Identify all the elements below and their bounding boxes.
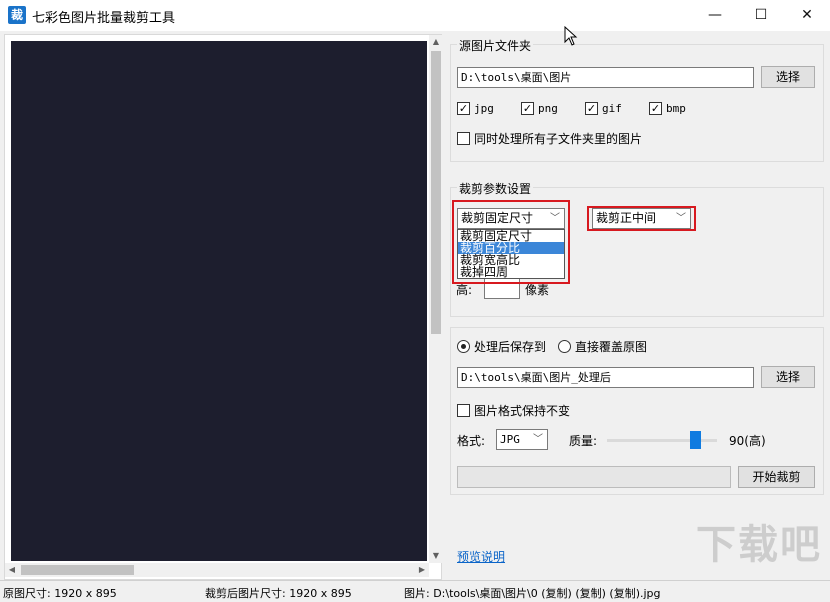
source-group-title: 源图片文件夹 — [457, 37, 534, 54]
title-bar: 裁 七彩色图片批量裁剪工具 — ☐ ✕ — [0, 0, 830, 31]
preview-help-link[interactable]: 预览说明 — [457, 548, 505, 565]
keep-format-checkbox[interactable]: 图片格式保持不变 — [457, 402, 570, 419]
keep-format-box — [457, 404, 470, 417]
start-crop-button[interactable]: 开始裁剪 — [738, 466, 815, 488]
format-png-checkbox[interactable]: ✓ png — [521, 102, 558, 115]
cropped-size-status: 裁剪后图片尺寸: 1920 x 895 — [205, 587, 352, 600]
window-title: 七彩色图片批量裁剪工具 — [32, 11, 176, 26]
watermark-logo: 下载吧 — [696, 522, 822, 568]
quality-slider-thumb[interactable] — [690, 431, 701, 449]
chevron-down-icon: ﹀ — [676, 213, 686, 224]
original-size-status: 原图尺寸: 1920 x 895 — [3, 587, 117, 600]
horizontal-scrollbar[interactable]: ◀ ▶ — [5, 563, 429, 577]
chevron-down-icon: ﹀ — [550, 213, 560, 224]
vertical-scroll-thumb[interactable] — [431, 51, 441, 334]
radio-selected-icon — [457, 340, 470, 353]
crop-mode-dropdown: 裁剪固定尺寸 裁剪百分比 裁剪宽高比 裁掉四周 — [457, 229, 565, 279]
horizontal-scroll-thumb[interactable] — [21, 565, 134, 575]
status-bar: 原图尺寸: 1920 x 895 裁剪后图片尺寸: 1920 x 895 图片:… — [0, 580, 830, 602]
subfolders-checkbox[interactable]: 同时处理所有子文件夹里的图片 — [457, 130, 642, 147]
quality-value: 90(高) — [729, 434, 766, 448]
scroll-right-icon[interactable]: ▶ — [415, 563, 429, 577]
format-jpg-checkbox[interactable]: ✓ jpg — [457, 102, 494, 115]
file-path-status: 图片: D:\tools\桌面\图片\0 (复制) (复制) (复制).jpg — [404, 587, 661, 600]
app-icon: 裁 — [8, 6, 26, 24]
crop-mode-option[interactable]: 裁掉四周 — [458, 266, 564, 278]
bmp-check-icon: ✓ — [649, 102, 662, 115]
gif-check-icon: ✓ — [585, 102, 598, 115]
format-label: 格式: — [457, 434, 486, 448]
progress-bar — [457, 466, 731, 488]
output-path-input[interactable]: D:\tools\桌面\图片_处理后 — [457, 367, 754, 388]
subfolders-box — [457, 132, 470, 145]
quality-label: 质量: — [569, 434, 598, 448]
format-bmp-checkbox[interactable]: ✓ bmp — [649, 102, 686, 115]
png-check-icon: ✓ — [521, 102, 534, 115]
source-path-input[interactable]: D:\tools\桌面\图片 — [457, 67, 754, 88]
maximize-button[interactable]: ☐ — [738, 0, 784, 31]
crop-position-select[interactable]: 裁剪正中间 ﹀ — [592, 208, 691, 229]
crop-group-title: 裁剪参数设置 — [457, 180, 534, 197]
output-group: 处理后保存到 直接覆盖原图 D:\tools\桌面\图片_处理后 选择 图片格式… — [450, 327, 824, 495]
scroll-up-icon[interactable]: ▲ — [429, 35, 443, 49]
source-folder-group: 源图片文件夹 D:\tools\桌面\图片 选择 ✓ jpg ✓ png ✓ gif … — [450, 37, 824, 162]
scroll-down-icon[interactable]: ▼ — [429, 549, 443, 563]
preview-image — [11, 41, 427, 561]
radio-icon — [558, 340, 571, 353]
scroll-left-icon[interactable]: ◀ — [5, 563, 19, 577]
close-button[interactable]: ✕ — [784, 0, 830, 31]
source-browse-button[interactable]: 选择 — [761, 66, 815, 88]
jpg-check-icon: ✓ — [457, 102, 470, 115]
format-gif-checkbox[interactable]: ✓ gif — [585, 102, 622, 115]
save-to-radio[interactable]: 处理后保存到 — [457, 338, 546, 355]
output-browse-button[interactable]: 选择 — [761, 366, 815, 388]
format-select[interactable]: JPG ﹀ — [496, 429, 548, 450]
overwrite-radio[interactable]: 直接覆盖原图 — [558, 338, 647, 355]
preview-panel: ▲ ▼ ◀ ▶ — [4, 34, 443, 580]
crop-mode-select[interactable]: 裁剪固定尺寸 ﹀ — [457, 208, 565, 229]
vertical-scrollbar[interactable]: ▲ ▼ — [429, 35, 443, 563]
cursor-icon — [564, 26, 578, 46]
minimize-button[interactable]: — — [692, 0, 738, 31]
chevron-down-icon: ﹀ — [533, 434, 543, 445]
